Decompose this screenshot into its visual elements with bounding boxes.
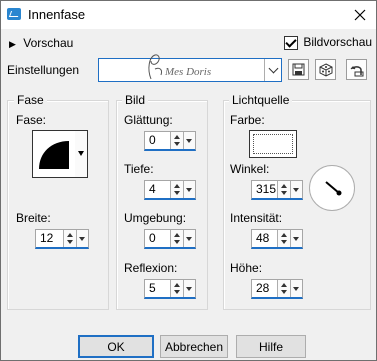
intensitaet-spinner[interactable]: 48 (251, 229, 303, 249)
glaettung-dropdown[interactable] (183, 132, 195, 149)
ok-button[interactable]: OK (78, 335, 154, 358)
winkel-dial[interactable] (309, 165, 355, 211)
triangle-down-icon (78, 151, 84, 156)
bevel-shape-icon (39, 141, 69, 169)
bildvorschau-checkbox[interactable]: Bildvorschau (284, 35, 372, 50)
winkel-spinner[interactable]: 315 (251, 180, 303, 200)
umgebung-spinner[interactable]: 0 (144, 229, 196, 249)
lichtquelle-group-label: Lichtquelle (229, 93, 293, 107)
preview-toggle-label: Vorschau (23, 36, 74, 50)
farbe-swatch-inner (253, 134, 293, 154)
hoehe-value: 28 (256, 281, 270, 295)
expand-arrow-icon: ▶ (9, 39, 16, 49)
reflexion-spinner[interactable]: 5 (144, 279, 196, 299)
cancel-button[interactable]: Abbrechen (160, 335, 228, 358)
umgebung-dropdown[interactable] (183, 230, 195, 247)
intensitaet-dropdown[interactable] (290, 230, 302, 247)
settings-label: Einstellungen (7, 63, 80, 77)
tiefe-spinner[interactable]: 4 (144, 180, 196, 200)
fase-preview[interactable] (32, 130, 76, 178)
winkel-dropdown[interactable] (290, 181, 302, 198)
save-icon (292, 63, 305, 76)
chevron-down-icon (268, 63, 278, 73)
bild-group-label: Bild (122, 93, 149, 107)
winkel-updown[interactable] (277, 181, 290, 198)
hoehe-label: Höhe: (230, 261, 263, 275)
tiefe-updown[interactable] (170, 181, 183, 198)
glaettung-updown[interactable] (170, 132, 183, 149)
hoehe-dropdown[interactable] (290, 280, 302, 297)
reflexion-updown[interactable] (170, 280, 183, 297)
angle-dial-icon (325, 181, 342, 196)
reset-button[interactable] (346, 59, 367, 80)
save-preset-button[interactable] (288, 59, 309, 80)
window-title: Innenfase (28, 7, 86, 22)
winkel-value: 315 (256, 182, 277, 196)
farbe-swatch[interactable] (249, 130, 297, 158)
preview-toggle[interactable]: ▶ Vorschau (9, 36, 73, 50)
fase-group-label: Fase (14, 93, 47, 107)
hoehe-spinner[interactable]: 28 (251, 279, 303, 299)
close-icon (354, 9, 366, 21)
reflexion-dropdown[interactable] (183, 280, 195, 297)
intensitaet-updown[interactable] (277, 230, 290, 247)
reset-icon (350, 65, 363, 76)
tiefe-value: 4 (149, 182, 156, 196)
fase-label: Fase: (16, 113, 47, 127)
settings-combo[interactable]: Mes Doris (98, 54, 282, 82)
settings-combo-dropdown[interactable] (264, 59, 281, 81)
intensitaet-label: Intensität: (230, 211, 283, 225)
app-icon (7, 8, 21, 20)
title-bar: Innenfase (1, 1, 376, 29)
random-button[interactable] (315, 59, 336, 80)
breite-spinner[interactable]: 12 (35, 229, 89, 249)
reflexion-value: 5 (149, 281, 156, 295)
tiefe-dropdown[interactable] (183, 181, 195, 198)
umgebung-label: Umgebung: (124, 211, 187, 225)
intensitaet-value: 48 (256, 231, 270, 245)
breite-updown[interactable] (63, 230, 76, 247)
umgebung-updown[interactable] (170, 230, 183, 247)
dice-icon (319, 62, 332, 77)
svg-text:Mes Doris: Mes Doris (164, 66, 211, 78)
breite-value: 12 (40, 231, 54, 245)
reflexion-label: Reflexion: (124, 261, 178, 275)
glaettung-spinner[interactable]: 0 (144, 131, 196, 151)
close-button[interactable] (347, 3, 373, 27)
hoehe-updown[interactable] (277, 280, 290, 297)
bildvorschau-label: Bildvorschau (303, 35, 373, 49)
breite-label: Breite: (16, 211, 51, 225)
umgebung-value: 0 (149, 231, 156, 245)
tiefe-label: Tiefe: (124, 162, 154, 176)
breite-dropdown[interactable] (76, 230, 88, 247)
checkbox-box (284, 35, 298, 50)
glaettung-value: 0 (149, 133, 156, 147)
fase-dropdown[interactable] (75, 130, 88, 178)
winkel-label: Winkel: (230, 162, 270, 176)
glaettung-label: Glättung: (124, 113, 173, 127)
help-button[interactable]: Hilfe (236, 335, 306, 358)
watermark-logo: Mes Doris (148, 54, 211, 80)
farbe-label: Farbe: (230, 113, 265, 127)
